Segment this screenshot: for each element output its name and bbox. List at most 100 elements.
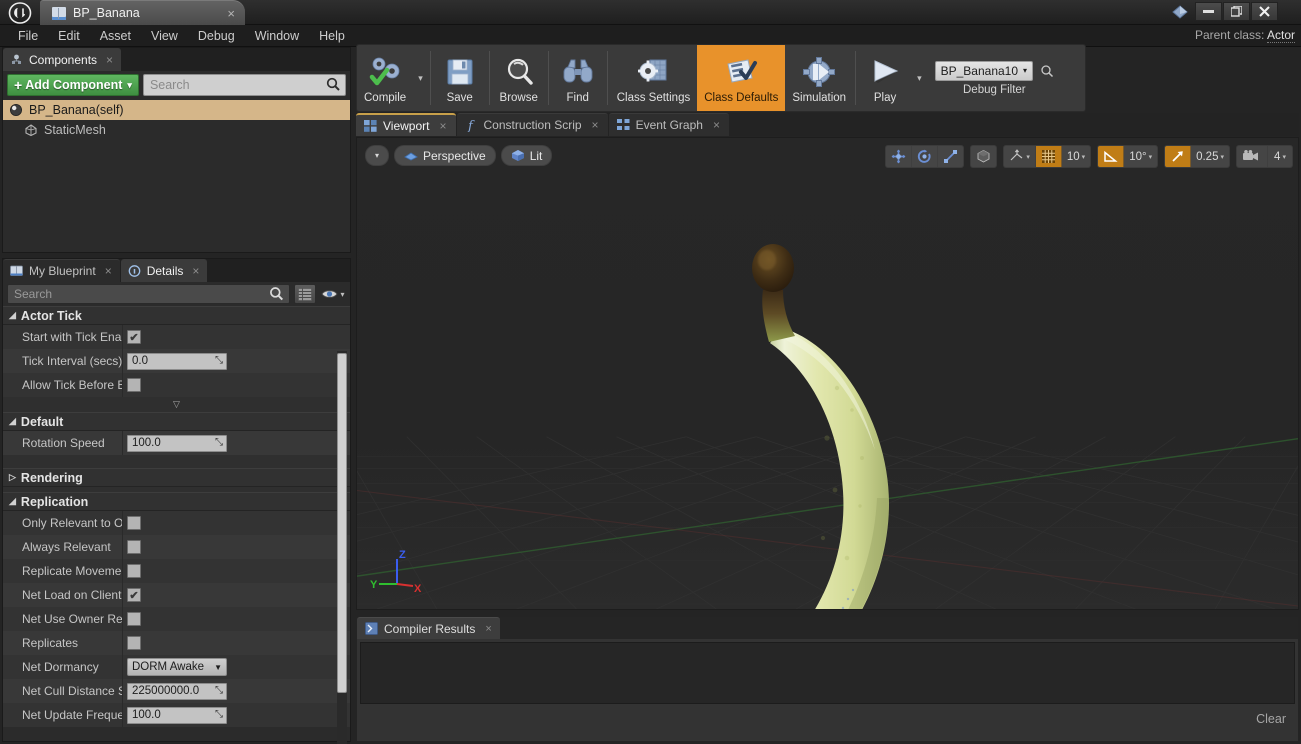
components-panel: Components × + Add Component ▾ Search BP… — [2, 47, 351, 253]
spinner-icon[interactable]: ⤡ — [215, 355, 223, 366]
grid-snap-value[interactable]: 10 ▾ — [1062, 146, 1090, 167]
property-label: Net Load on Client — [3, 583, 123, 607]
category-header-default[interactable]: ◢ Default — [3, 412, 350, 431]
toolbar-button-class-settings[interactable]: Class Settings — [610, 45, 698, 111]
grid-snap-icon[interactable] — [1035, 146, 1062, 167]
category-header-actor-tick[interactable]: ◢ Actor Tick — [3, 306, 350, 325]
viewport-3d[interactable]: ▾ Perspective Lit ▾ 10 ▾ 10° ▾ 0.25 ▾ 4 … — [356, 137, 1299, 610]
property-row: Net Dormancy DORM Awake ▼ — [3, 655, 350, 679]
maximize-button[interactable] — [1223, 2, 1250, 21]
viewport-options-button[interactable]: ▾ — [365, 145, 389, 166]
checkbox-replicate-movement[interactable] — [127, 564, 141, 578]
number-input-net-cull-distance-squared[interactable]: 225000000.0 ⤡ — [127, 682, 227, 700]
expand-more-handle[interactable]: ▽ — [3, 397, 350, 412]
checkbox-start-with-tick-enabled[interactable]: ✔ — [127, 330, 141, 344]
menu-item-edit[interactable]: Edit — [48, 27, 90, 45]
toolbar-button-find[interactable]: Find — [551, 45, 605, 111]
parent-class-value[interactable]: Actor — [1266, 28, 1295, 43]
category-header-replication[interactable]: ◢ Replication — [3, 492, 350, 511]
menu-item-file[interactable]: File — [8, 27, 48, 45]
viewport-view-mode-button[interactable]: Lit — [500, 145, 553, 166]
details-scrollbar-thumb[interactable] — [337, 353, 347, 693]
close-icon[interactable]: × — [106, 53, 113, 67]
magnifier-small-icon[interactable] — [1040, 64, 1054, 78]
component-row-staticmesh[interactable]: StaticMesh — [3, 120, 350, 140]
component-row-self[interactable]: BP_Banana(self) — [3, 100, 350, 120]
tab-compiler-results[interactable]: Compiler Results × — [357, 617, 500, 639]
camera-speed-icon[interactable] — [1237, 146, 1268, 167]
scale-gizmo-icon[interactable] — [938, 146, 963, 167]
number-input-tick-interval[interactable]: 0.0 ⤡ — [127, 352, 227, 370]
document-tab-bp-banana[interactable]: BP_Banana × — [40, 0, 245, 25]
toolbar-button-save[interactable]: Save — [433, 45, 487, 111]
toolbar-button-compile[interactable]: Compile — [357, 45, 413, 111]
clear-button[interactable]: Clear — [1256, 712, 1286, 726]
checkbox-net-use-owner-relevancy[interactable] — [127, 612, 141, 626]
number-input-net-update-frequency[interactable]: 100.0 ⤡ — [127, 706, 227, 724]
spinner-icon[interactable]: ⤡ — [215, 437, 223, 448]
surface-snapping-icon[interactable]: ▾ — [1004, 146, 1036, 167]
components-node-icon — [10, 54, 23, 66]
compiler-log-output[interactable] — [360, 642, 1295, 704]
close-icon[interactable]: × — [485, 623, 491, 635]
property-label: Rotation Speed — [3, 431, 123, 455]
details-search-input[interactable]: Search — [7, 284, 290, 304]
chevron-down-icon: ▾ — [1282, 153, 1286, 161]
scale-snap-value[interactable]: 0.25 ▾ — [1191, 146, 1229, 167]
world-coordinate-cube-icon[interactable] — [971, 146, 996, 167]
column-layout-icon[interactable] — [294, 284, 316, 304]
menu-item-view[interactable]: View — [141, 27, 188, 45]
scale-snap-icon[interactable] — [1165, 146, 1192, 167]
close-icon[interactable]: × — [192, 264, 199, 278]
menu-item-asset[interactable]: Asset — [90, 27, 141, 45]
spinner-icon[interactable]: ⤡ — [215, 709, 223, 720]
eye-icon[interactable]: ▾ — [320, 284, 346, 304]
compile-options-chevron-icon[interactable]: ▾ — [413, 45, 428, 111]
close-icon[interactable]: × — [713, 118, 720, 132]
debug-filter-dropdown[interactable]: BP_Banana10 ▾ — [934, 60, 1034, 81]
tab-viewport[interactable]: Viewport × — [356, 113, 456, 136]
close-icon[interactable]: × — [439, 119, 446, 133]
chevron-down-icon: ▾ — [127, 79, 132, 90]
rotation-snap-value[interactable]: 10° ▾ — [1124, 146, 1157, 167]
tab-event-graph[interactable]: Event Graph × — [608, 113, 729, 136]
checkbox-replicates[interactable] — [127, 636, 141, 650]
camera-speed-value[interactable]: 4 ▾ — [1268, 146, 1292, 167]
category-header-rendering[interactable]: ▷ Rendering — [3, 468, 350, 487]
translate-gizmo-icon[interactable] — [886, 146, 913, 167]
close-icon[interactable]: × — [592, 118, 599, 132]
add-component-button[interactable]: + Add Component ▾ — [7, 74, 139, 96]
menu-item-window[interactable]: Window — [245, 27, 309, 45]
tab-details[interactable]: Details × — [120, 259, 208, 282]
rotation-snap-icon[interactable] — [1098, 146, 1125, 167]
unreal-small-logo-icon — [1171, 3, 1189, 21]
axis-gizmo: Z Y X — [370, 549, 422, 594]
unreal-blueprint-editor: BP_Banana × File Edit Asset View Debug W… — [0, 0, 1301, 744]
close-window-button[interactable] — [1251, 2, 1278, 21]
checkbox-net-load-on-client[interactable]: ✔ — [127, 588, 141, 602]
tab-construction-script[interactable]: f Construction Scrip × — [456, 113, 608, 136]
property-label: Start with Tick Enab — [3, 325, 123, 349]
rotate-gizmo-icon[interactable] — [912, 146, 939, 167]
number-input-rotation-speed[interactable]: 100.0 ⤡ — [127, 434, 227, 452]
tab-my-blueprint[interactable]: My Blueprint × — [3, 259, 120, 282]
play-options-chevron-icon[interactable]: ▾ — [912, 45, 927, 111]
components-search-input[interactable]: Search — [142, 74, 346, 96]
checkbox-always-relevant[interactable] — [127, 540, 141, 554]
spinner-icon[interactable]: ⤡ — [215, 685, 223, 696]
minimize-button[interactable] — [1195, 2, 1222, 21]
close-icon[interactable]: × — [227, 6, 235, 21]
menu-item-help[interactable]: Help — [309, 27, 355, 45]
tab-components[interactable]: Components × — [3, 48, 122, 71]
checkbox-allow-tick-before-begin-play[interactable] — [127, 378, 141, 392]
menu-item-debug[interactable]: Debug — [188, 27, 245, 45]
toolbar-button-play[interactable]: Play — [858, 45, 912, 111]
viewport-camera-mode-button[interactable]: Perspective — [394, 145, 496, 166]
simulation-gear-play-icon — [800, 54, 838, 90]
toolbar-button-browse[interactable]: Browse — [492, 45, 546, 111]
toolbar-button-simulation[interactable]: Simulation — [785, 45, 853, 111]
close-icon[interactable]: × — [105, 264, 112, 278]
checkbox-only-relevant-to-owner[interactable] — [127, 516, 141, 530]
dropdown-net-dormancy[interactable]: DORM Awake ▼ — [127, 658, 227, 676]
toolbar-button-class-defaults[interactable]: Class Defaults — [697, 45, 786, 111]
